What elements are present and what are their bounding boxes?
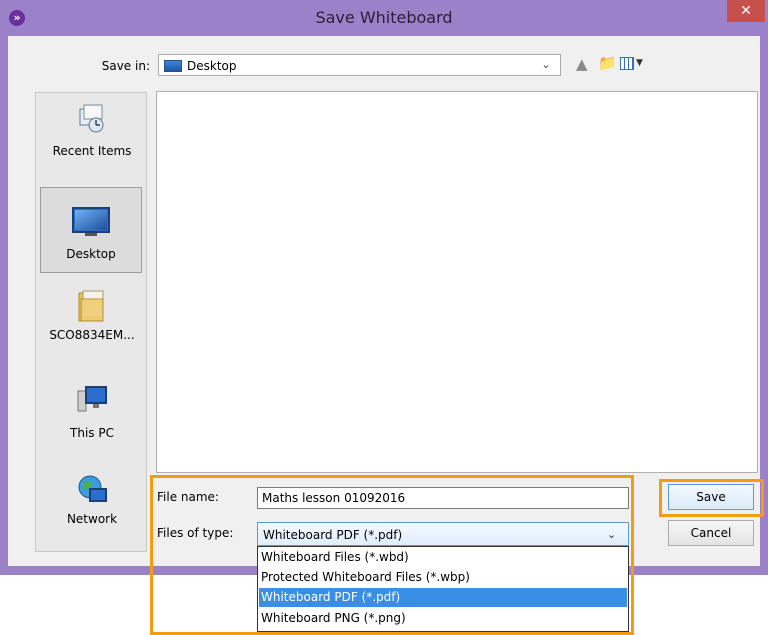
new-folder-icon[interactable]: 📁 [598, 55, 617, 71]
desktop-icon [72, 207, 110, 236]
place-label: This PC [70, 426, 114, 440]
place-network[interactable]: Network [36, 473, 148, 543]
place-desktop[interactable]: Desktop [40, 187, 142, 273]
desktop-icon [164, 60, 182, 72]
view-menu-caret-icon[interactable]: ▼ [636, 58, 643, 68]
place-label: Network [66, 512, 118, 526]
computer-icon [77, 386, 107, 412]
save-button[interactable]: Save [668, 484, 754, 510]
network-icon [78, 475, 107, 502]
file-list[interactable] [156, 91, 758, 473]
up-folder-icon[interactable]: ▲ [576, 56, 592, 72]
places-bar: Recent Items Desktop SCO8834EM... This P… [35, 92, 147, 552]
cancel-button[interactable]: Cancel [668, 520, 754, 546]
save-in-value: Desktop [187, 59, 237, 73]
app-logo-icon: » [9, 10, 25, 26]
place-label: Desktop [66, 247, 116, 261]
place-label: SCO8834EM... [49, 328, 135, 342]
save-in-label: Save in: [101, 59, 150, 73]
view-menu-icon[interactable] [620, 57, 634, 70]
chevron-down-icon[interactable]: ⌄ [537, 57, 555, 73]
place-label: Recent Items [52, 144, 132, 158]
place-user-folder[interactable]: SCO8834EM... [36, 289, 148, 359]
close-button[interactable]: ✕ [727, 0, 765, 22]
user-folder-icon [78, 290, 104, 322]
recent-items-icon [79, 104, 104, 133]
place-this-pc[interactable]: This PC [36, 383, 148, 453]
place-recent-items[interactable]: Recent Items [36, 103, 148, 179]
window-title: Save Whiteboard [0, 0, 768, 36]
file-fields-highlight [150, 475, 634, 635]
